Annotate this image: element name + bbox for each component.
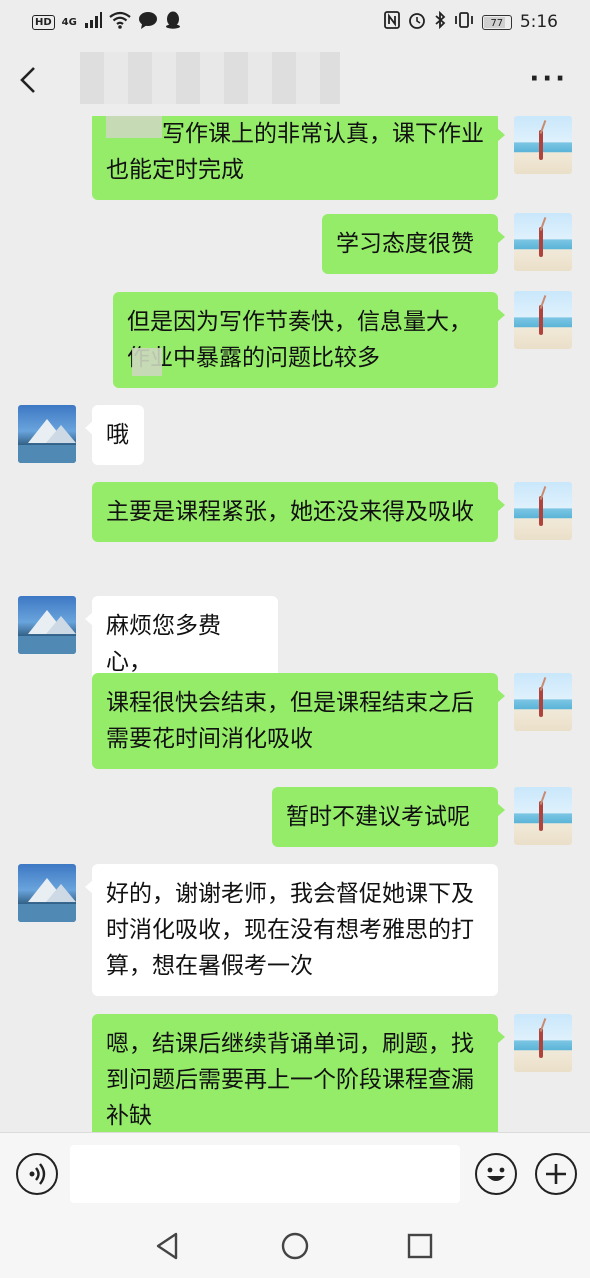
message-bubble[interactable]: 哦 <box>85 405 144 465</box>
redacted-title-mosaic <box>80 52 340 104</box>
signal-icon <box>84 12 102 32</box>
voice-button[interactable] <box>16 1153 58 1195</box>
chat-header: ··· <box>0 44 590 116</box>
contact-avatar[interactable] <box>18 864 76 922</box>
more-icon: ··· <box>529 64 568 94</box>
self-avatar[interactable] <box>514 116 572 174</box>
system-nav-bar <box>0 1214 590 1278</box>
nav-recents-button[interactable] <box>404 1230 436 1262</box>
self-avatar[interactable] <box>514 673 572 731</box>
battery-level: 77 <box>490 17 504 29</box>
plus-button[interactable] <box>535 1153 577 1195</box>
self-avatar[interactable] <box>514 213 572 271</box>
more-button[interactable]: ··· <box>529 64 568 94</box>
network-badge: 4G <box>61 16 77 28</box>
vibrate-icon <box>454 11 474 34</box>
status-right: 77 5:16 <box>383 10 558 34</box>
contact-avatar[interactable] <box>18 405 76 463</box>
message-bubble[interactable]: 但是因为写作节奏快，信息量大，作业中暴露的问题比较多 <box>113 292 505 388</box>
circle-home-icon <box>281 1232 309 1260</box>
back-button[interactable] <box>14 60 50 100</box>
message-bubble[interactable]: 主要是课程紧张，她还没来得及吸收 <box>92 482 505 542</box>
message-bubble[interactable]: 嗯，结课后继续背诵单词，刷题，找到问题后需要再上一个阶段课程查漏补缺 <box>92 1014 505 1132</box>
hd-badge: HD <box>32 14 55 30</box>
nfc-icon <box>383 10 400 34</box>
status-bar: HD 4G 77 5:16 <box>0 0 590 44</box>
redacted-mosaic <box>106 116 162 138</box>
input-bar <box>0 1132 590 1215</box>
qq-icon <box>165 11 181 33</box>
message-input[interactable] <box>70 1145 460 1203</box>
chevron-left-icon <box>20 67 35 93</box>
nav-home-button[interactable] <box>279 1230 311 1262</box>
alarm-icon <box>408 11 426 34</box>
emoji-button[interactable] <box>475 1153 517 1195</box>
nav-back-button[interactable] <box>152 1230 184 1262</box>
plus-icon <box>546 1164 566 1184</box>
clock: 5:16 <box>519 12 558 32</box>
message-bubble[interactable]: 学习态度很赞 <box>322 214 505 274</box>
wifi-icon <box>109 11 131 33</box>
self-avatar[interactable] <box>514 787 572 845</box>
emoji-icon <box>487 1167 505 1181</box>
message-bubble[interactable]: 好的，谢谢老师，我会督促她课下及时消化吸收，现在没有想考雅思的打算，想在暑假考一… <box>85 864 498 996</box>
redacted-mosaic <box>132 348 162 376</box>
message-list[interactable]: 写作课上的非常认真，课下作业也能定时完成 学习态度很赞 但是因为写作节奏快，信息… <box>0 116 590 1132</box>
battery-icon: 77 <box>481 14 512 30</box>
square-recents-icon <box>407 1233 433 1259</box>
self-avatar[interactable] <box>514 1014 572 1072</box>
message-bubble[interactable]: 暂时不建议考试呢 <box>272 787 505 847</box>
message-icon <box>138 11 158 33</box>
self-avatar[interactable] <box>514 291 572 349</box>
message-bubble[interactable]: 课程很快会结束，但是课程结束之后需要花时间消化吸收 <box>92 673 505 769</box>
self-avatar[interactable] <box>514 482 572 540</box>
triangle-back-icon <box>156 1232 178 1260</box>
status-left: HD 4G <box>32 10 181 34</box>
bluetooth-icon <box>434 10 446 34</box>
voice-icon <box>29 1163 46 1185</box>
contact-avatar[interactable] <box>18 596 76 654</box>
